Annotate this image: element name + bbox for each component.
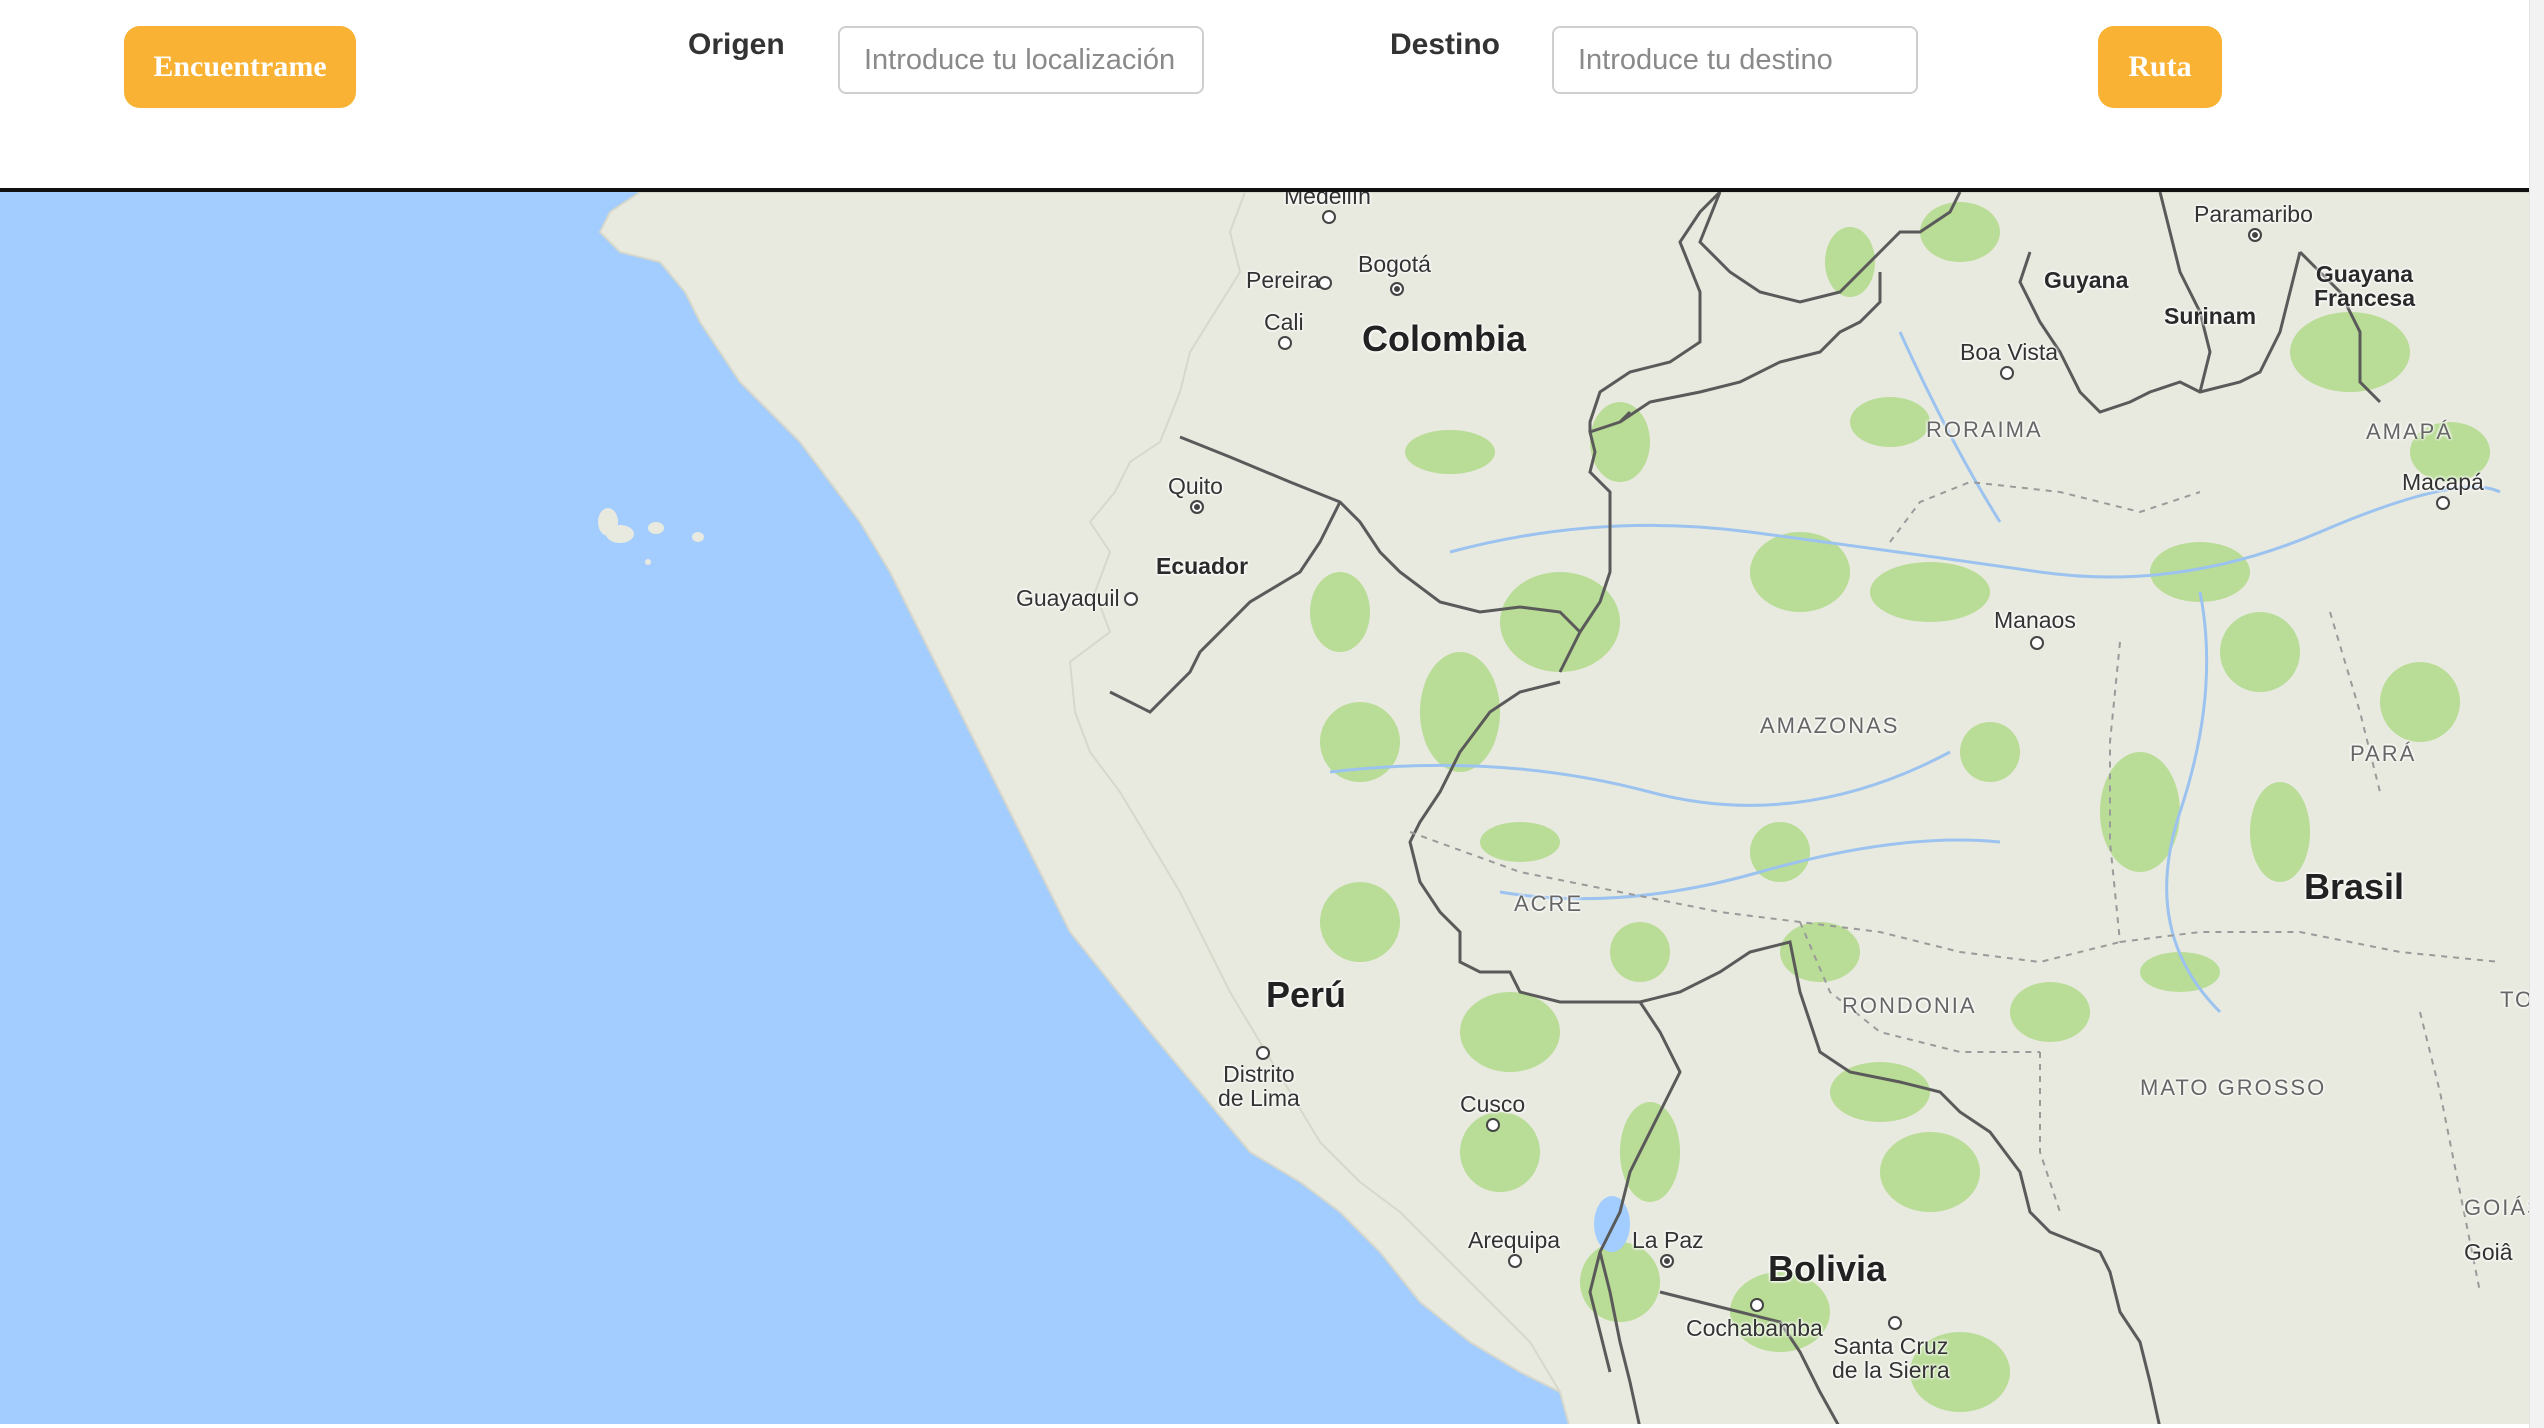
top-toolbar: Encuentrame Origen Destino Ruta <box>0 0 2544 188</box>
city-marker-cali[interactable] <box>1278 336 1292 350</box>
city-marker-paramaribo[interactable] <box>2248 228 2262 242</box>
region-label-roraima: RORAIMA <box>1926 417 2043 442</box>
page-scrollbar[interactable] <box>2529 0 2544 1428</box>
map-canvas[interactable]: Colombia Ecuador Perú Brasil Bolivia Guy… <box>0 188 2530 1424</box>
page: Encuentrame Origen Destino Ruta <box>0 0 2544 1428</box>
city-marker-arequipa[interactable] <box>1508 1254 1522 1268</box>
route-button[interactable]: Ruta <box>2098 26 2222 108</box>
city-marker-lima[interactable] <box>1256 1046 1270 1060</box>
city-marker-boa-vista[interactable] <box>2000 366 2014 380</box>
city-label-manaos: Manaos <box>1994 607 2076 633</box>
map-terrain <box>598 192 2530 1424</box>
city-label-cali: Cali <box>1264 309 1304 335</box>
city-label-lima: Distrito de Lima <box>1218 1061 1300 1112</box>
country-label-brasil: Brasil <box>2304 866 2405 907</box>
city-marker-macapa[interactable] <box>2436 496 2450 510</box>
city-label-macapa: Macapá <box>2402 469 2484 495</box>
city-marker-la-paz[interactable] <box>1660 1254 1674 1268</box>
country-label-guyana: Guyana <box>2044 267 2129 293</box>
region-label-to: TO <box>2500 987 2530 1012</box>
region-label-para: PARÁ <box>2350 741 2417 766</box>
city-label-cusco: Cusco <box>1460 1091 1526 1117</box>
city-label-cochabamba: Cochabamba <box>1686 1315 1823 1341</box>
city-label-la-paz: La Paz <box>1632 1227 1704 1253</box>
city-label-santa-cruz: Santa Cruz de la Sierra <box>1832 1333 1950 1384</box>
region-label-amapa: AMAPÁ <box>2366 419 2454 444</box>
country-label-guayana-francesa: Guayana Francesa <box>2314 261 2416 312</box>
city-marker-pereira[interactable] <box>1318 276 1332 290</box>
city-label-pereira: Pereira <box>1246 267 1321 293</box>
city-marker-manaos[interactable] <box>2030 636 2044 650</box>
city-label-quito: Quito <box>1168 473 1223 499</box>
city-marker-guayaquil[interactable] <box>1124 592 1138 606</box>
city-label-goia: Goiâ <box>2464 1239 2513 1265</box>
country-label-ecuador: Ecuador <box>1156 553 1249 579</box>
city-marker-bogota[interactable] <box>1390 282 1404 296</box>
city-label-boa-vista: Boa Vista <box>1960 339 2059 365</box>
destination-label: Destino <box>1390 28 1501 61</box>
region-label-mato-grosso: MATO GROSSO <box>2140 1075 2327 1100</box>
country-label-surinam: Surinam <box>2164 303 2257 329</box>
city-marker-santa-cruz[interactable] <box>1888 1316 1902 1330</box>
origin-input[interactable] <box>838 26 1204 94</box>
city-marker-cusco[interactable] <box>1486 1118 1500 1132</box>
country-label-colombia: Colombia <box>1362 318 1527 359</box>
find-me-button[interactable]: Encuentrame <box>124 26 356 108</box>
city-marker-cochabamba[interactable] <box>1750 1298 1764 1312</box>
region-label-amazonas: AMAZONAS <box>1760 713 1900 738</box>
galapagos-islands <box>598 508 704 565</box>
city-label-guayaquil: Guayaquil <box>1016 585 1120 611</box>
country-label-bolivia: Bolivia <box>1768 1248 1887 1289</box>
city-marker-medellin[interactable] <box>1322 210 1336 224</box>
country-label-peru: Perú <box>1266 974 1347 1015</box>
destination-input[interactable] <box>1552 26 1918 94</box>
city-label-paramaribo: Paramaribo <box>2194 201 2313 227</box>
region-label-acre: ACRE <box>1514 891 1584 916</box>
city-marker-quito[interactable] <box>1190 500 1204 514</box>
region-label-rondonia: RONDONIA <box>1842 993 1977 1018</box>
region-label-goias: GOIÁS <box>2464 1195 2530 1220</box>
origin-label: Origen <box>688 28 785 61</box>
lake-titicaca <box>1594 1196 1630 1252</box>
city-label-medellin: Medellín <box>1284 188 1371 209</box>
city-label-bogota: Bogotá <box>1358 251 1431 277</box>
city-label-arequipa: Arequipa <box>1468 1227 1561 1253</box>
